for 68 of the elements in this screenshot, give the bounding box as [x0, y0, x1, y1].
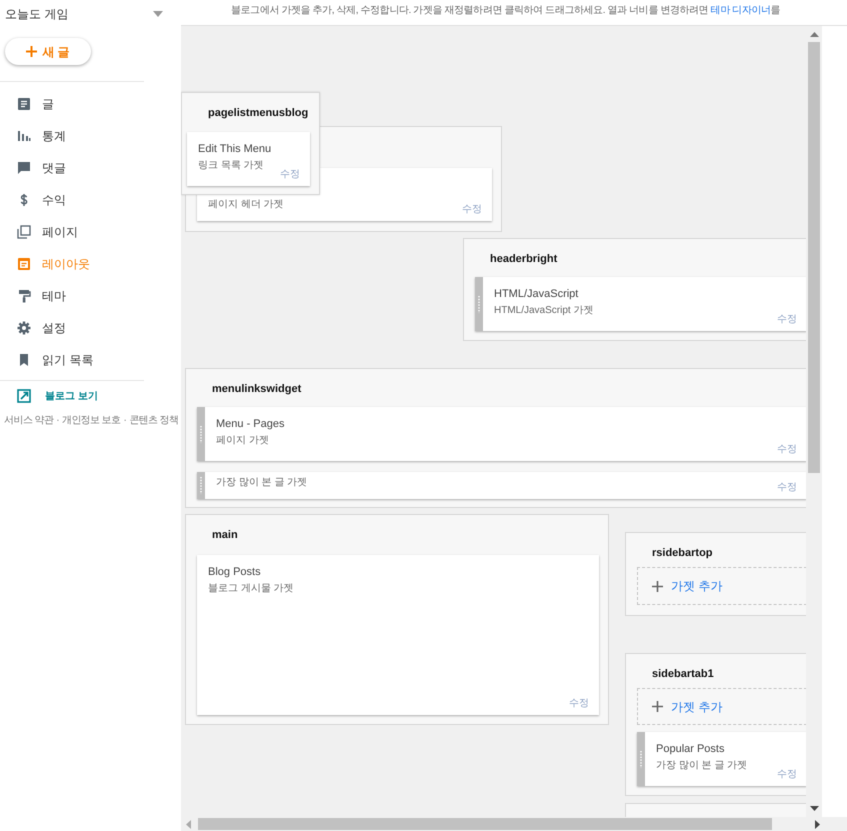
drag-handle[interactable]: [197, 407, 205, 461]
copy-icon: [17, 225, 31, 239]
footer-link[interactable]: 개인정보 보호: [62, 413, 121, 428]
paint-roller-icon: [17, 289, 31, 303]
bar-chart-icon: [17, 129, 31, 143]
gadget-type: 가장 많이 본 글 가젯: [216, 476, 308, 490]
new-post-button[interactable]: 새 글: [5, 38, 91, 65]
nav-item[interactable]: 통계: [0, 120, 181, 152]
separator-dot: ·: [56, 414, 59, 428]
nav-item[interactable]: 댓글: [0, 152, 181, 184]
edit-link[interactable]: 수정: [462, 205, 482, 215]
gadget-type: 페이지 헤더 가젯: [208, 198, 284, 212]
separator-dot: ·: [124, 414, 126, 428]
section-title: main: [212, 528, 238, 543]
plus-icon: [26, 46, 38, 57]
gadget-title: Popular Posts: [656, 742, 726, 757]
drag-handle[interactable]: [197, 472, 205, 499]
plus-icon: [652, 580, 663, 592]
blog-title[interactable]: 오늘도 게임: [5, 5, 68, 23]
gadget-type: 링크 목록 가젯: [198, 159, 264, 173]
plus-icon: [652, 701, 663, 712]
footer-link[interactable]: 서비스 약관: [4, 413, 54, 428]
gadget-type: HTML/JavaScript 가젯: [494, 304, 594, 318]
theme-designer-link[interactable]: 테마 디자이너: [710, 5, 771, 16]
edit-link[interactable]: 수정: [280, 170, 300, 180]
external-link-icon: [17, 389, 31, 403]
scroll-right-icon[interactable]: [815, 820, 820, 828]
edit-link[interactable]: 수정: [777, 445, 797, 455]
gadget-title: Blog Posts: [208, 565, 262, 580]
nav-item[interactable]: 설정: [0, 312, 181, 344]
edit-link[interactable]: 수정: [777, 770, 797, 780]
section-title: pagelistmenusblog: [208, 106, 308, 121]
section-title: sidebartab1: [652, 667, 714, 682]
instruction-text: 블로그에서 가젯을 추가, 삭제, 수정합니다. 가젯을 재정렬하려면 클릭하여 드래그하세요. 열과 너비를 변경하려면 테마 디자이너를: [231, 5, 780, 16]
nav-item[interactable]: 페이지: [0, 216, 181, 248]
edit-link[interactable]: 수정: [777, 483, 797, 493]
section-title: headerbright: [490, 252, 558, 267]
footer-link[interactable]: 콘텐츠 정책: [129, 413, 178, 428]
view-blog-link[interactable]: 블로그 보기: [0, 381, 181, 411]
dragged-section-panel[interactable]: pagelistmenusblog Edit This Menu 링크 목록 가젯 수정: [181, 92, 320, 195]
section-title: menulinkswidget: [212, 382, 302, 397]
nav-item[interactable]: 읽기 목록: [0, 344, 181, 376]
settings-icon: [17, 321, 31, 335]
drag-handle[interactable]: [475, 277, 483, 331]
document-icon: [17, 97, 31, 111]
gadget-type: 페이지 가젯: [216, 434, 269, 448]
edit-link[interactable]: 수정: [777, 315, 797, 325]
gadget-title: Menu - Pages: [216, 417, 286, 432]
drag-handle[interactable]: [637, 732, 645, 786]
section-title: rsidebartop: [652, 546, 713, 561]
nav-item[interactable]: 테마: [0, 280, 181, 312]
nav-item[interactable]: 글: [0, 88, 181, 120]
dropdown-caret-icon[interactable]: [153, 11, 163, 17]
layout-icon: [17, 257, 31, 271]
gadget-type: 가장 많이 본 글 가젯: [656, 759, 748, 773]
scroll-down-icon[interactable]: [810, 806, 818, 811]
edit-link[interactable]: 수정: [569, 699, 589, 709]
nav-item[interactable]: 레이아웃: [0, 248, 181, 280]
horizontal-scrollbar-thumb[interactable]: [198, 818, 772, 830]
gadget-title: Edit This Menu: [198, 142, 272, 157]
gadget-type: 블로그 게시물 가젯: [208, 582, 294, 596]
nav-item[interactable]: 수익: [0, 184, 181, 216]
scroll-left-icon[interactable]: [186, 820, 191, 828]
scroll-up-icon[interactable]: [810, 32, 818, 37]
speech-bubble-icon: [17, 161, 31, 175]
vertical-scrollbar-thumb[interactable]: [808, 42, 820, 473]
bookmark-icon: [17, 353, 31, 367]
gadget-title: HTML/JavaScript: [494, 287, 580, 302]
